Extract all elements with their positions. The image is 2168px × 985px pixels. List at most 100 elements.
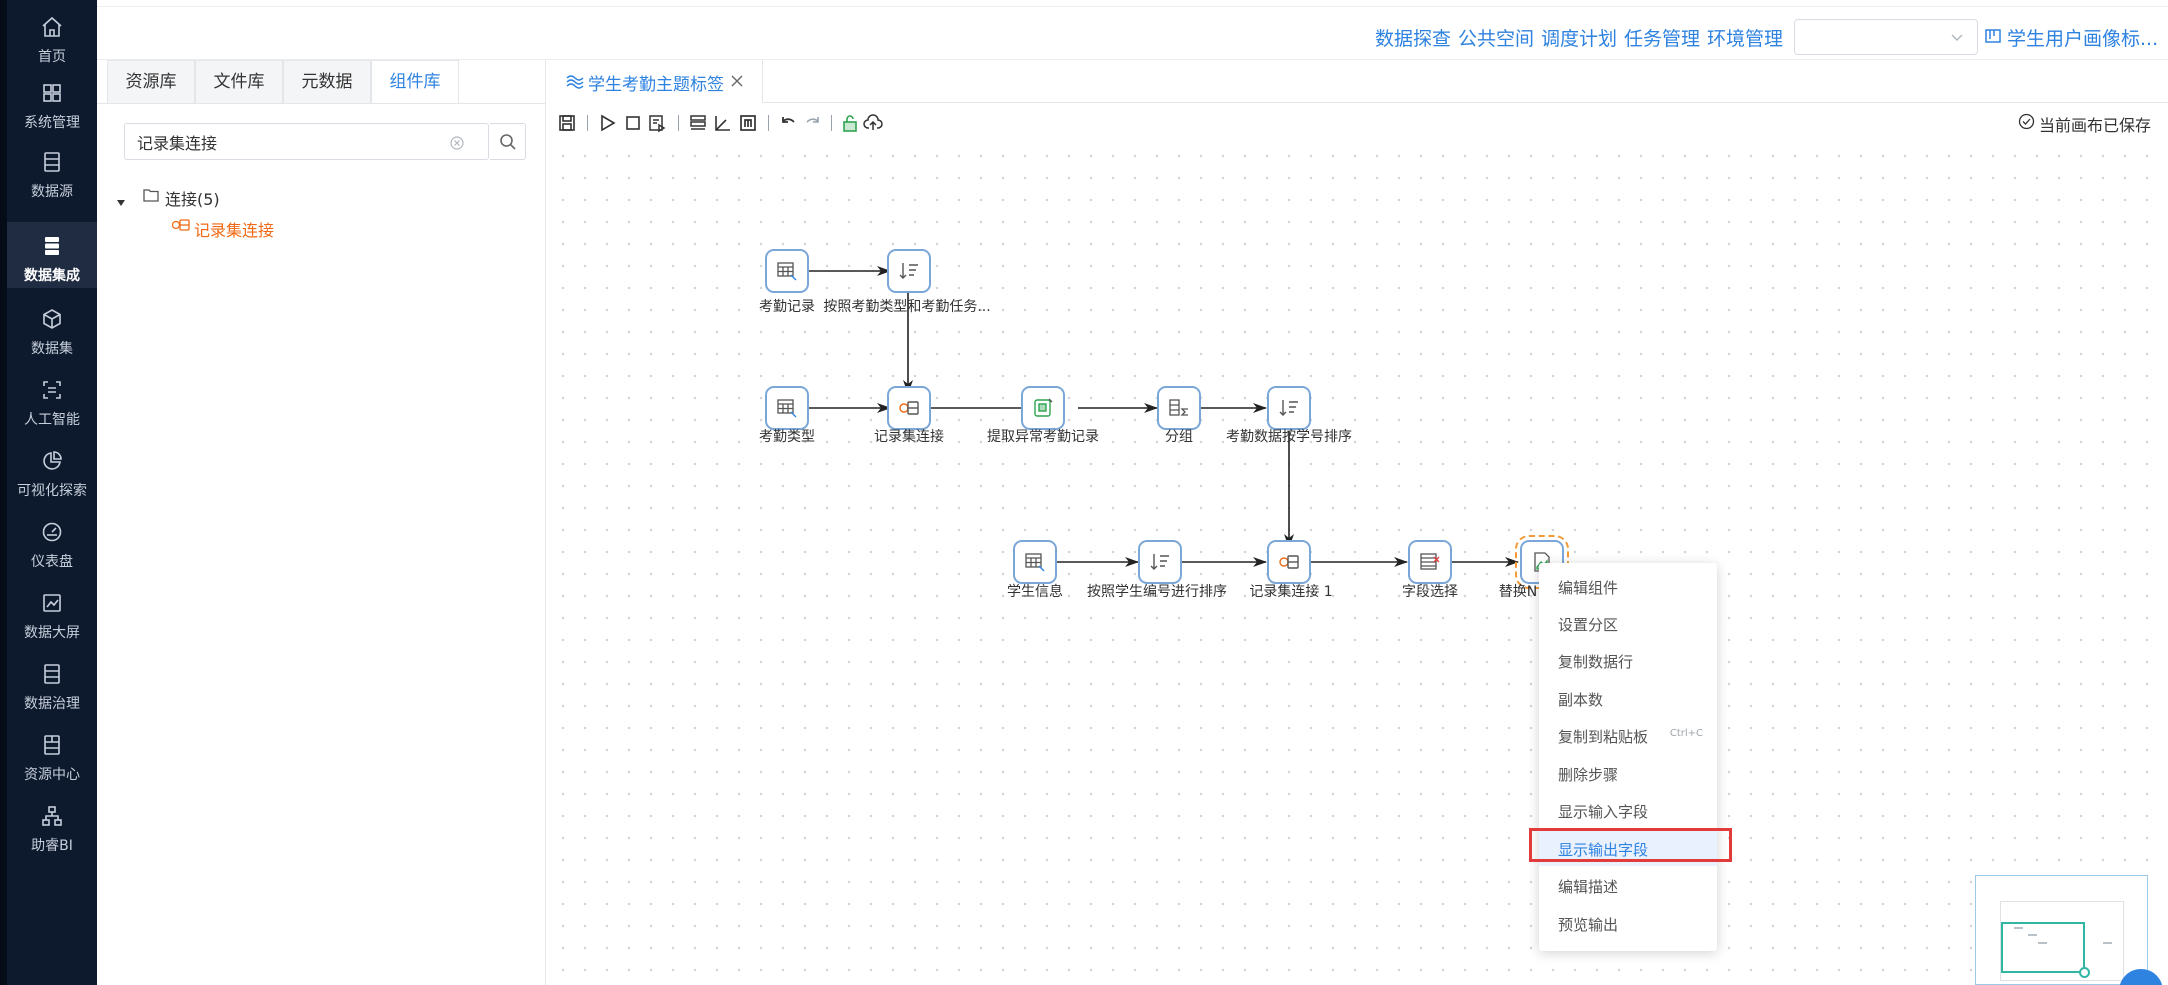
database-icon [40, 150, 64, 174]
sidebar-item-home[interactable]: 首页 [7, 3, 97, 69]
menu-item-label: 编辑描述 [1558, 878, 1619, 896]
sidebar-item-datasource[interactable]: 数据源 [7, 138, 97, 204]
tree-node-connection[interactable]: 连接(5) [165, 186, 220, 210]
redo-icon[interactable] [803, 113, 823, 133]
undo-icon[interactable] [778, 113, 798, 133]
folder-icon [142, 186, 160, 204]
clear-search-icon[interactable] [450, 135, 464, 150]
recordset-join-icon [170, 216, 192, 234]
line-chart-icon [40, 591, 64, 615]
sort-icon [1279, 400, 1298, 416]
node-extract-abnormal[interactable] [1021, 386, 1065, 430]
org-chart-icon [40, 804, 64, 828]
node-attendance-record[interactable] [765, 249, 809, 293]
node-label: 分组 [1165, 429, 1193, 445]
component-search-box [124, 123, 489, 160]
sidebar-item-label: 数据大屏 [24, 625, 80, 641]
top-link-task-manage[interactable]: 任务管理 [1624, 24, 1700, 51]
menu-item-set-partition[interactable]: 设置分区 [1539, 604, 1717, 641]
sidebar-item-visual-explore[interactable]: 可视化探索 [7, 437, 97, 503]
top-link-public-space[interactable]: 公共空间 [1458, 24, 1534, 51]
node-field-select[interactable] [1408, 540, 1452, 584]
sidebar-item-label: 系统管理 [24, 115, 80, 131]
home-icon [40, 15, 64, 39]
menu-item-show-input-fields[interactable]: 显示输入字段 [1539, 791, 1717, 828]
node-attendance-type[interactable] [765, 386, 809, 430]
sidebar-item-data-screen[interactable]: 数据大屏 [7, 579, 97, 645]
top-link-schedule-plan[interactable]: 调度计划 [1541, 24, 1617, 51]
preview-run-icon[interactable] [647, 113, 667, 133]
top-link-env-manage[interactable]: 环境管理 [1707, 24, 1783, 51]
node-sort-by-student-number[interactable] [1138, 540, 1182, 584]
menu-item-label: 预览输出 [1558, 916, 1619, 934]
run-icon[interactable] [597, 113, 617, 133]
axis-icon[interactable] [713, 113, 733, 133]
top-link-data-explore[interactable]: 数据探查 [1375, 24, 1451, 51]
gauge-icon [40, 520, 64, 544]
sidebar-item-label: 资源中心 [24, 767, 80, 783]
node-label: 记录集连接 1 [1249, 584, 1333, 600]
panel-tab-underline [97, 103, 545, 104]
menu-item-preview-output[interactable]: 预览输出 [1539, 904, 1717, 941]
sidebar-item-label: 数据治理 [24, 696, 80, 712]
sidebar-item-system[interactable]: 系统管理 [7, 69, 97, 135]
app-root: 首页 系统管理 数据源 数据集成 数据集 人工智能 可视化探索 仪表盘 数据大屏… [0, 0, 2168, 985]
tab-metadata[interactable]: 元数据 [283, 60, 371, 103]
node-group[interactable] [1157, 386, 1201, 430]
menu-item-edit-description[interactable]: 编辑描述 [1539, 866, 1717, 903]
stop-icon[interactable] [623, 113, 643, 133]
canvas-minimap[interactable] [1975, 875, 2148, 985]
recordset-join-icon [899, 401, 919, 415]
minimap-resize-handle[interactable] [2079, 967, 2090, 978]
node-student-info[interactable] [1013, 540, 1057, 584]
tree-item-recordset-join[interactable]: 记录集连接 [194, 217, 274, 241]
sidebar-item-data-governance[interactable]: 数据治理 [7, 650, 97, 716]
sidebar-item-data-integration[interactable]: 数据集成 [7, 222, 97, 288]
menu-item-edit-component[interactable]: 编辑组件 [1539, 567, 1717, 604]
sidebar-item-zhurui-bi[interactable]: 助睿BI [7, 792, 97, 858]
close-icon[interactable] [729, 73, 745, 89]
node-recordset-join[interactable] [887, 386, 931, 430]
unlock-icon[interactable] [840, 113, 860, 133]
project-name-link[interactable]: 学生用户画像标... [2007, 24, 2158, 51]
component-search-input[interactable] [137, 124, 437, 159]
menu-item-copies[interactable]: 副本数 [1539, 679, 1717, 716]
flow-canvas[interactable]: 考勤记录 按照考勤类型和考勤任务... 考勤类型 记录集连接 提取异常考勤记录 … [547, 141, 2168, 985]
environment-select[interactable] [1794, 19, 1978, 55]
cube-icon [40, 307, 64, 331]
grid-icon [40, 81, 64, 105]
menu-item-label: 复制数据行 [1558, 653, 1634, 671]
node-sort-by-attendance-type[interactable] [887, 249, 931, 293]
tab-file-library[interactable]: 文件库 [195, 60, 283, 103]
tab-component-library[interactable]: 组件库 [371, 60, 459, 103]
group-by-icon [1169, 399, 1188, 416]
editor-tab-bar: 学生考勤主题标签 [547, 60, 2168, 103]
menu-item-copy-to-clipboard[interactable]: 复制到粘贴板 Ctrl+C [1539, 716, 1717, 753]
node-label: 提取异常考勤记录 [987, 429, 1099, 445]
menu-item-delete-step[interactable]: 删除步骤 [1539, 754, 1717, 791]
align-icon[interactable] [688, 113, 708, 133]
tab-resource-library[interactable]: 资源库 [107, 60, 195, 103]
search-button[interactable] [490, 123, 526, 160]
sidebar-item-ai[interactable]: 人工智能 [7, 366, 97, 432]
transform-flow-icon [565, 73, 585, 89]
sidebar-item-label: 数据源 [31, 184, 73, 200]
sidebar-item-dataset[interactable]: 数据集 [7, 295, 97, 361]
cloud-upload-icon[interactable] [863, 113, 883, 133]
sidebar-item-resource-center[interactable]: 资源中心 [7, 721, 97, 787]
tree-caret-down-icon[interactable] [116, 193, 126, 206]
minimap-viewport[interactable] [2001, 922, 2085, 973]
menu-item-copy-data-rows[interactable]: 复制数据行 [1539, 641, 1717, 678]
node-sort-by-student-id[interactable] [1267, 386, 1311, 430]
distribute-icon[interactable] [738, 113, 758, 133]
save-icon[interactable] [557, 113, 577, 133]
sort-icon [899, 263, 918, 279]
sidebar-item-label: 人工智能 [24, 412, 80, 428]
script-icon [1034, 398, 1053, 417]
sidebar-item-dashboard[interactable]: 仪表盘 [7, 508, 97, 574]
node-recordset-join-1[interactable] [1267, 540, 1311, 584]
resource-icon [40, 733, 64, 757]
tab-student-attendance[interactable]: 学生考勤主题标签 [547, 60, 763, 103]
menu-item-label: 设置分区 [1558, 616, 1619, 634]
menu-item-label: 删除步骤 [1558, 766, 1619, 784]
